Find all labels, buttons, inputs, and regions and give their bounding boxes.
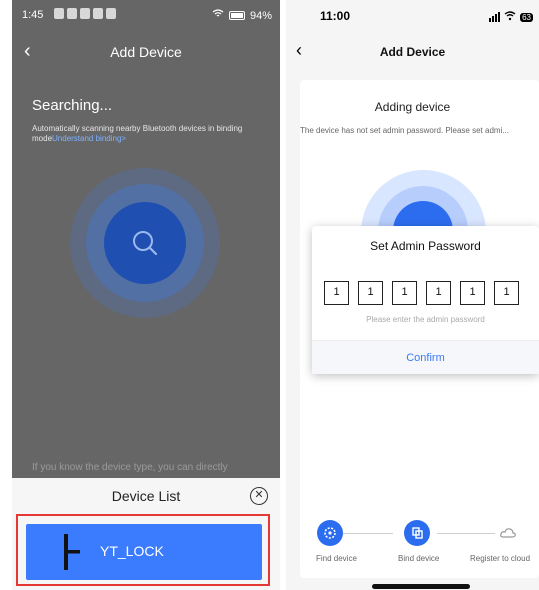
search-icon bbox=[130, 228, 160, 258]
progress-steps: Find device Bind device Register to clou… bbox=[312, 520, 539, 580]
search-hint: Automatically scanning nearby Bluetooth … bbox=[32, 124, 272, 144]
password-digit[interactable]: 1 bbox=[460, 281, 485, 305]
notification-icon bbox=[54, 8, 64, 19]
battery-icon bbox=[228, 11, 245, 20]
dim-overlay: 1:45 94% ‹ Add Device Searching... Autom… bbox=[12, 0, 280, 478]
step-connector bbox=[437, 533, 495, 534]
page-title: Add Device bbox=[379, 45, 446, 59]
right-screen: 11:00 63 ‹ Add Device Adding device The … bbox=[286, 0, 539, 590]
dialog-footer: Confirm bbox=[312, 340, 539, 374]
dialog-title: Set Admin Password bbox=[370, 239, 481, 253]
password-input[interactable]: 1 1 1 1 1 1 bbox=[324, 281, 519, 305]
searching-heading: Searching... bbox=[32, 97, 113, 114]
step-connector bbox=[343, 533, 393, 534]
device-list-title: Device List bbox=[111, 488, 181, 504]
step-label: Bind device bbox=[398, 554, 440, 563]
confirm-button[interactable]: Confirm bbox=[312, 352, 539, 364]
device-list-sheet: Device List ✕ YT_LOCK bbox=[12, 478, 280, 590]
status-bar: 1:45 94% bbox=[12, 0, 280, 30]
device-list-item[interactable]: YT_LOCK bbox=[26, 524, 262, 580]
home-indicator bbox=[372, 584, 470, 589]
password-digit[interactable]: 1 bbox=[494, 281, 519, 305]
step-label: Register to cloud bbox=[470, 554, 531, 563]
notification-icon bbox=[67, 8, 77, 19]
wifi-icon bbox=[504, 8, 516, 26]
door-lock-icon bbox=[54, 532, 84, 572]
close-circle-icon[interactable]: ✕ bbox=[250, 487, 268, 505]
step-label: Find device bbox=[316, 554, 357, 563]
status-time: 11:00 bbox=[320, 9, 351, 23]
bind-icon bbox=[404, 520, 430, 546]
admin-password-dialog: Set Admin Password 1 1 1 1 1 1 Please en… bbox=[312, 226, 539, 374]
signal-icon bbox=[489, 12, 501, 22]
password-digit[interactable]: 1 bbox=[358, 281, 383, 305]
admin-warning: The device has not set admin password. P… bbox=[300, 126, 509, 135]
status-bar: 11:00 63 bbox=[286, 0, 539, 30]
cloud-icon bbox=[495, 520, 521, 546]
device-name: YT_LOCK bbox=[100, 543, 164, 559]
bluetooth-scan-icon bbox=[317, 520, 343, 546]
page-title: Add Device bbox=[110, 44, 182, 60]
password-digit[interactable]: 1 bbox=[392, 281, 417, 305]
notification-icons bbox=[54, 8, 116, 19]
notification-icon bbox=[80, 8, 90, 19]
bottom-hint: If you know the device type, you can dir… bbox=[32, 462, 228, 473]
password-digit[interactable]: 1 bbox=[426, 281, 451, 305]
system-icons: 94% bbox=[212, 9, 272, 22]
adding-title: Adding device bbox=[374, 100, 451, 114]
notification-icon bbox=[93, 8, 103, 19]
password-hint: Please enter the admin password bbox=[366, 315, 485, 324]
understand-binding-link[interactable]: Understand binding> bbox=[52, 134, 126, 143]
password-digit[interactable]: 1 bbox=[324, 281, 349, 305]
status-time: 1:45 bbox=[22, 9, 44, 21]
notification-icon bbox=[106, 8, 116, 19]
battery-percent: 94% bbox=[249, 9, 272, 22]
system-icons: 63 bbox=[489, 8, 533, 26]
left-screen: 1:45 94% ‹ Add Device Searching... Autom… bbox=[12, 0, 280, 590]
header: ‹ Add Device bbox=[12, 36, 280, 66]
wifi-icon bbox=[212, 9, 224, 22]
battery-icon: 63 bbox=[520, 12, 533, 22]
